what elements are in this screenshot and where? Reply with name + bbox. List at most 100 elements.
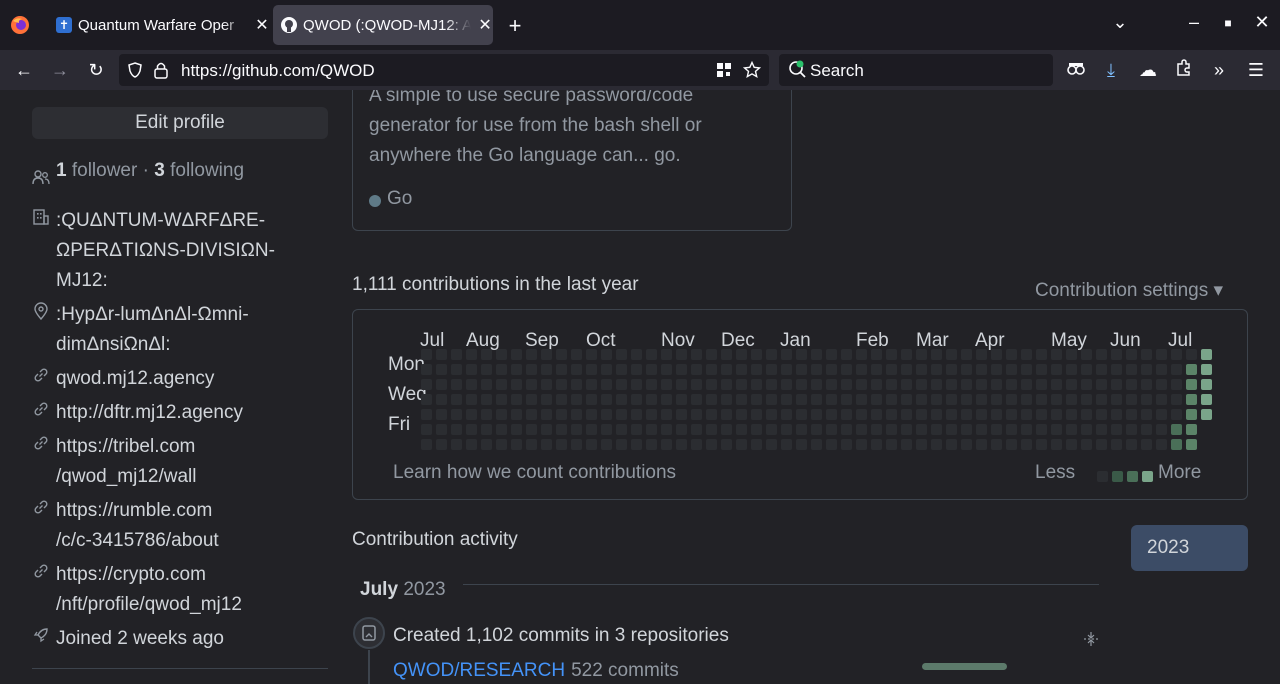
contribution-day-cell[interactable] [766,439,777,450]
contribution-day-cell[interactable] [826,439,837,450]
contribution-day-cell[interactable] [1111,409,1122,420]
contribution-day-cell[interactable] [1036,379,1047,390]
contribution-day-cell[interactable] [1096,424,1107,435]
contribution-day-cell[interactable] [1051,364,1062,375]
contribution-day-cell[interactable] [1096,409,1107,420]
contribution-day-cell[interactable] [421,409,432,420]
contribution-day-cell[interactable] [811,379,822,390]
contribution-day-cell[interactable] [1081,439,1092,450]
contribution-day-cell[interactable] [706,379,717,390]
contribution-day-cell[interactable] [511,394,522,405]
contribution-day-cell[interactable] [796,364,807,375]
contribution-day-cell[interactable] [511,349,522,360]
contribution-day-cell[interactable] [946,349,957,360]
contribution-day-cell[interactable] [421,349,432,360]
contribution-day-cell[interactable] [1201,394,1212,405]
contribution-day-cell[interactable] [1051,394,1062,405]
contribution-day-cell[interactable] [511,379,522,390]
contribution-day-cell[interactable] [931,424,942,435]
contribution-day-cell[interactable] [916,409,927,420]
contribution-day-cell[interactable] [991,439,1002,450]
contribution-day-cell[interactable] [451,394,462,405]
contribution-day-cell[interactable] [856,349,867,360]
contribution-day-cell[interactable] [901,439,912,450]
contribution-day-cell[interactable] [1171,364,1182,375]
contribution-day-cell[interactable] [1081,364,1092,375]
contribution-day-cell[interactable] [1186,439,1197,450]
contribution-day-cell[interactable] [826,379,837,390]
contribution-day-cell[interactable] [526,364,537,375]
contribution-day-cell[interactable] [571,424,582,435]
contribution-day-cell[interactable] [736,409,747,420]
contribution-day-cell[interactable] [856,394,867,405]
contribution-day-cell[interactable] [571,394,582,405]
contribution-day-cell[interactable] [991,379,1002,390]
contribution-day-cell[interactable] [781,349,792,360]
contribution-day-cell[interactable] [421,379,432,390]
contribution-day-cell[interactable] [1006,409,1017,420]
contribution-day-cell[interactable] [601,379,612,390]
contribution-day-cell[interactable] [916,394,927,405]
contribution-day-cell[interactable] [946,379,957,390]
contribution-day-cell[interactable] [931,439,942,450]
fold-icon[interactable] [1083,631,1099,647]
bookmark-star-icon[interactable] [743,61,761,79]
minimize-icon[interactable]: – [1184,12,1204,33]
contribution-day-cell[interactable] [436,379,447,390]
contribution-day-cell[interactable] [631,424,642,435]
contribution-day-cell[interactable] [871,439,882,450]
contribution-day-cell[interactable] [1036,424,1047,435]
contribution-day-cell[interactable] [856,364,867,375]
contribution-day-cell[interactable] [1081,349,1092,360]
contribution-day-cell[interactable] [826,409,837,420]
contribution-day-cell[interactable] [901,424,912,435]
contribution-day-cell[interactable] [1126,409,1137,420]
contribution-day-cell[interactable] [466,349,477,360]
link-crypto-line-2[interactable]: /nft/profile/qwod_mj12 [56,590,242,620]
contribution-day-cell[interactable] [676,424,687,435]
contribution-day-cell[interactable] [466,379,477,390]
contribution-day-cell[interactable] [496,439,507,450]
contribution-day-cell[interactable] [1171,409,1182,420]
tab-qwod-github[interactable]: QWOD (:QWOD-MJ12: AT ✕ [273,0,493,50]
contribution-day-cell[interactable] [421,394,432,405]
contribution-day-cell[interactable] [451,379,462,390]
contribution-day-cell[interactable] [871,379,882,390]
contribution-day-cell[interactable] [886,439,897,450]
contribution-day-cell[interactable] [1126,394,1137,405]
contribution-day-cell[interactable] [511,409,522,420]
contribution-day-cell[interactable] [541,409,552,420]
contribution-day-cell[interactable] [721,349,732,360]
contribution-day-cell[interactable] [886,349,897,360]
contribution-day-cell[interactable] [811,364,822,375]
contribution-day-cell[interactable] [1066,409,1077,420]
contribution-day-cell[interactable] [961,439,972,450]
contribution-day-cell[interactable] [1051,379,1062,390]
contribution-day-cell[interactable] [886,379,897,390]
contribution-day-cell[interactable] [466,439,477,450]
contribution-day-cell[interactable] [1036,364,1047,375]
contribution-day-cell[interactable] [451,439,462,450]
contribution-day-cell[interactable] [946,394,957,405]
back-icon[interactable]: ← [13,59,35,81]
contribution-day-cell[interactable] [826,394,837,405]
contribution-day-cell[interactable] [1036,394,1047,405]
contribution-day-cell[interactable] [1126,349,1137,360]
contribution-day-cell[interactable] [1141,409,1152,420]
contribution-day-cell[interactable] [931,364,942,375]
following-link[interactable]: following [170,160,244,181]
extensions-puzzle-icon[interactable] [1173,59,1195,81]
contribution-day-cell[interactable] [661,379,672,390]
contribution-day-cell[interactable] [646,379,657,390]
tab-quantum-warfare[interactable]: ✝ Quantum Warfare Oper ✕ [44,0,270,50]
contribution-day-cell[interactable] [556,439,567,450]
extension-cloud-icon[interactable]: ☁ [1137,59,1159,81]
contribution-day-cell[interactable] [1201,349,1212,360]
edit-profile-button[interactable]: Edit profile [32,107,328,139]
contribution-day-cell[interactable] [961,409,972,420]
contribution-day-cell[interactable] [946,439,957,450]
contribution-day-cell[interactable] [676,394,687,405]
contribution-day-cell[interactable] [541,364,552,375]
contribution-day-cell[interactable] [901,409,912,420]
contribution-day-cell[interactable] [1156,364,1167,375]
